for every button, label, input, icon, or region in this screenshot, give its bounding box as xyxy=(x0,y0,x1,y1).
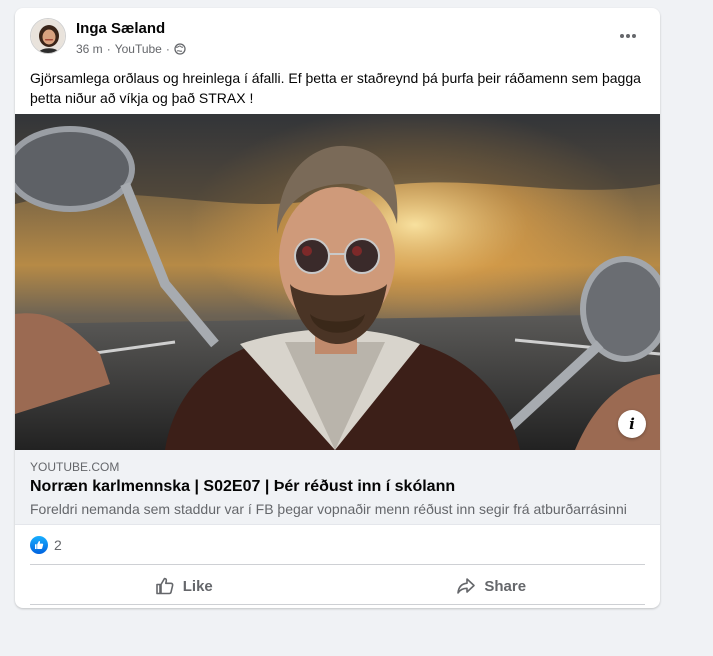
author-avatar[interactable] xyxy=(30,18,66,54)
divider xyxy=(30,604,645,605)
link-title[interactable]: Norræn karlmennska | S02E07 | Þér réðust… xyxy=(30,478,455,496)
meta-separator: · xyxy=(106,42,111,56)
meta-separator: · xyxy=(165,42,170,56)
link-domain: YOUTUBE.COM xyxy=(30,460,120,474)
more-options-button[interactable] xyxy=(611,24,645,48)
info-icon: i xyxy=(629,415,635,433)
post-actions: Like Share xyxy=(30,568,645,604)
share-icon xyxy=(457,578,476,594)
thumbs-up-icon xyxy=(155,577,174,595)
like-reaction-icon xyxy=(30,536,48,554)
share-button[interactable]: Share xyxy=(338,568,646,604)
divider xyxy=(30,564,645,565)
link-preview[interactable]: YOUTUBE.COM Norræn karlmennska | S02E07 … xyxy=(15,450,660,525)
post-text: Gjörsamlega orðlaus og hreinlega í áfall… xyxy=(30,70,641,106)
post-time[interactable]: 36 m xyxy=(76,42,103,56)
video-thumbnail[interactable]: i xyxy=(15,114,660,450)
globe-icon[interactable] xyxy=(174,43,186,55)
like-label: Like xyxy=(182,577,213,595)
post-card: Inga Sæland 36 m · YouTube · Gjörsamlega… xyxy=(15,8,660,608)
author-name[interactable]: Inga Sæland xyxy=(76,20,165,37)
reactions-summary[interactable]: 2 xyxy=(30,535,62,555)
post-header: Inga Sæland 36 m · YouTube · xyxy=(30,18,645,62)
more-horizontal-icon xyxy=(620,34,636,38)
link-description: Foreldri nemanda sem staddur var í FB þe… xyxy=(30,501,627,517)
info-button[interactable]: i xyxy=(618,410,646,438)
reaction-count[interactable]: 2 xyxy=(54,537,62,553)
post-meta: 36 m · YouTube · xyxy=(76,42,186,56)
like-button[interactable]: Like xyxy=(30,568,338,604)
share-label: Share xyxy=(484,577,527,595)
post-source: YouTube xyxy=(114,42,162,56)
